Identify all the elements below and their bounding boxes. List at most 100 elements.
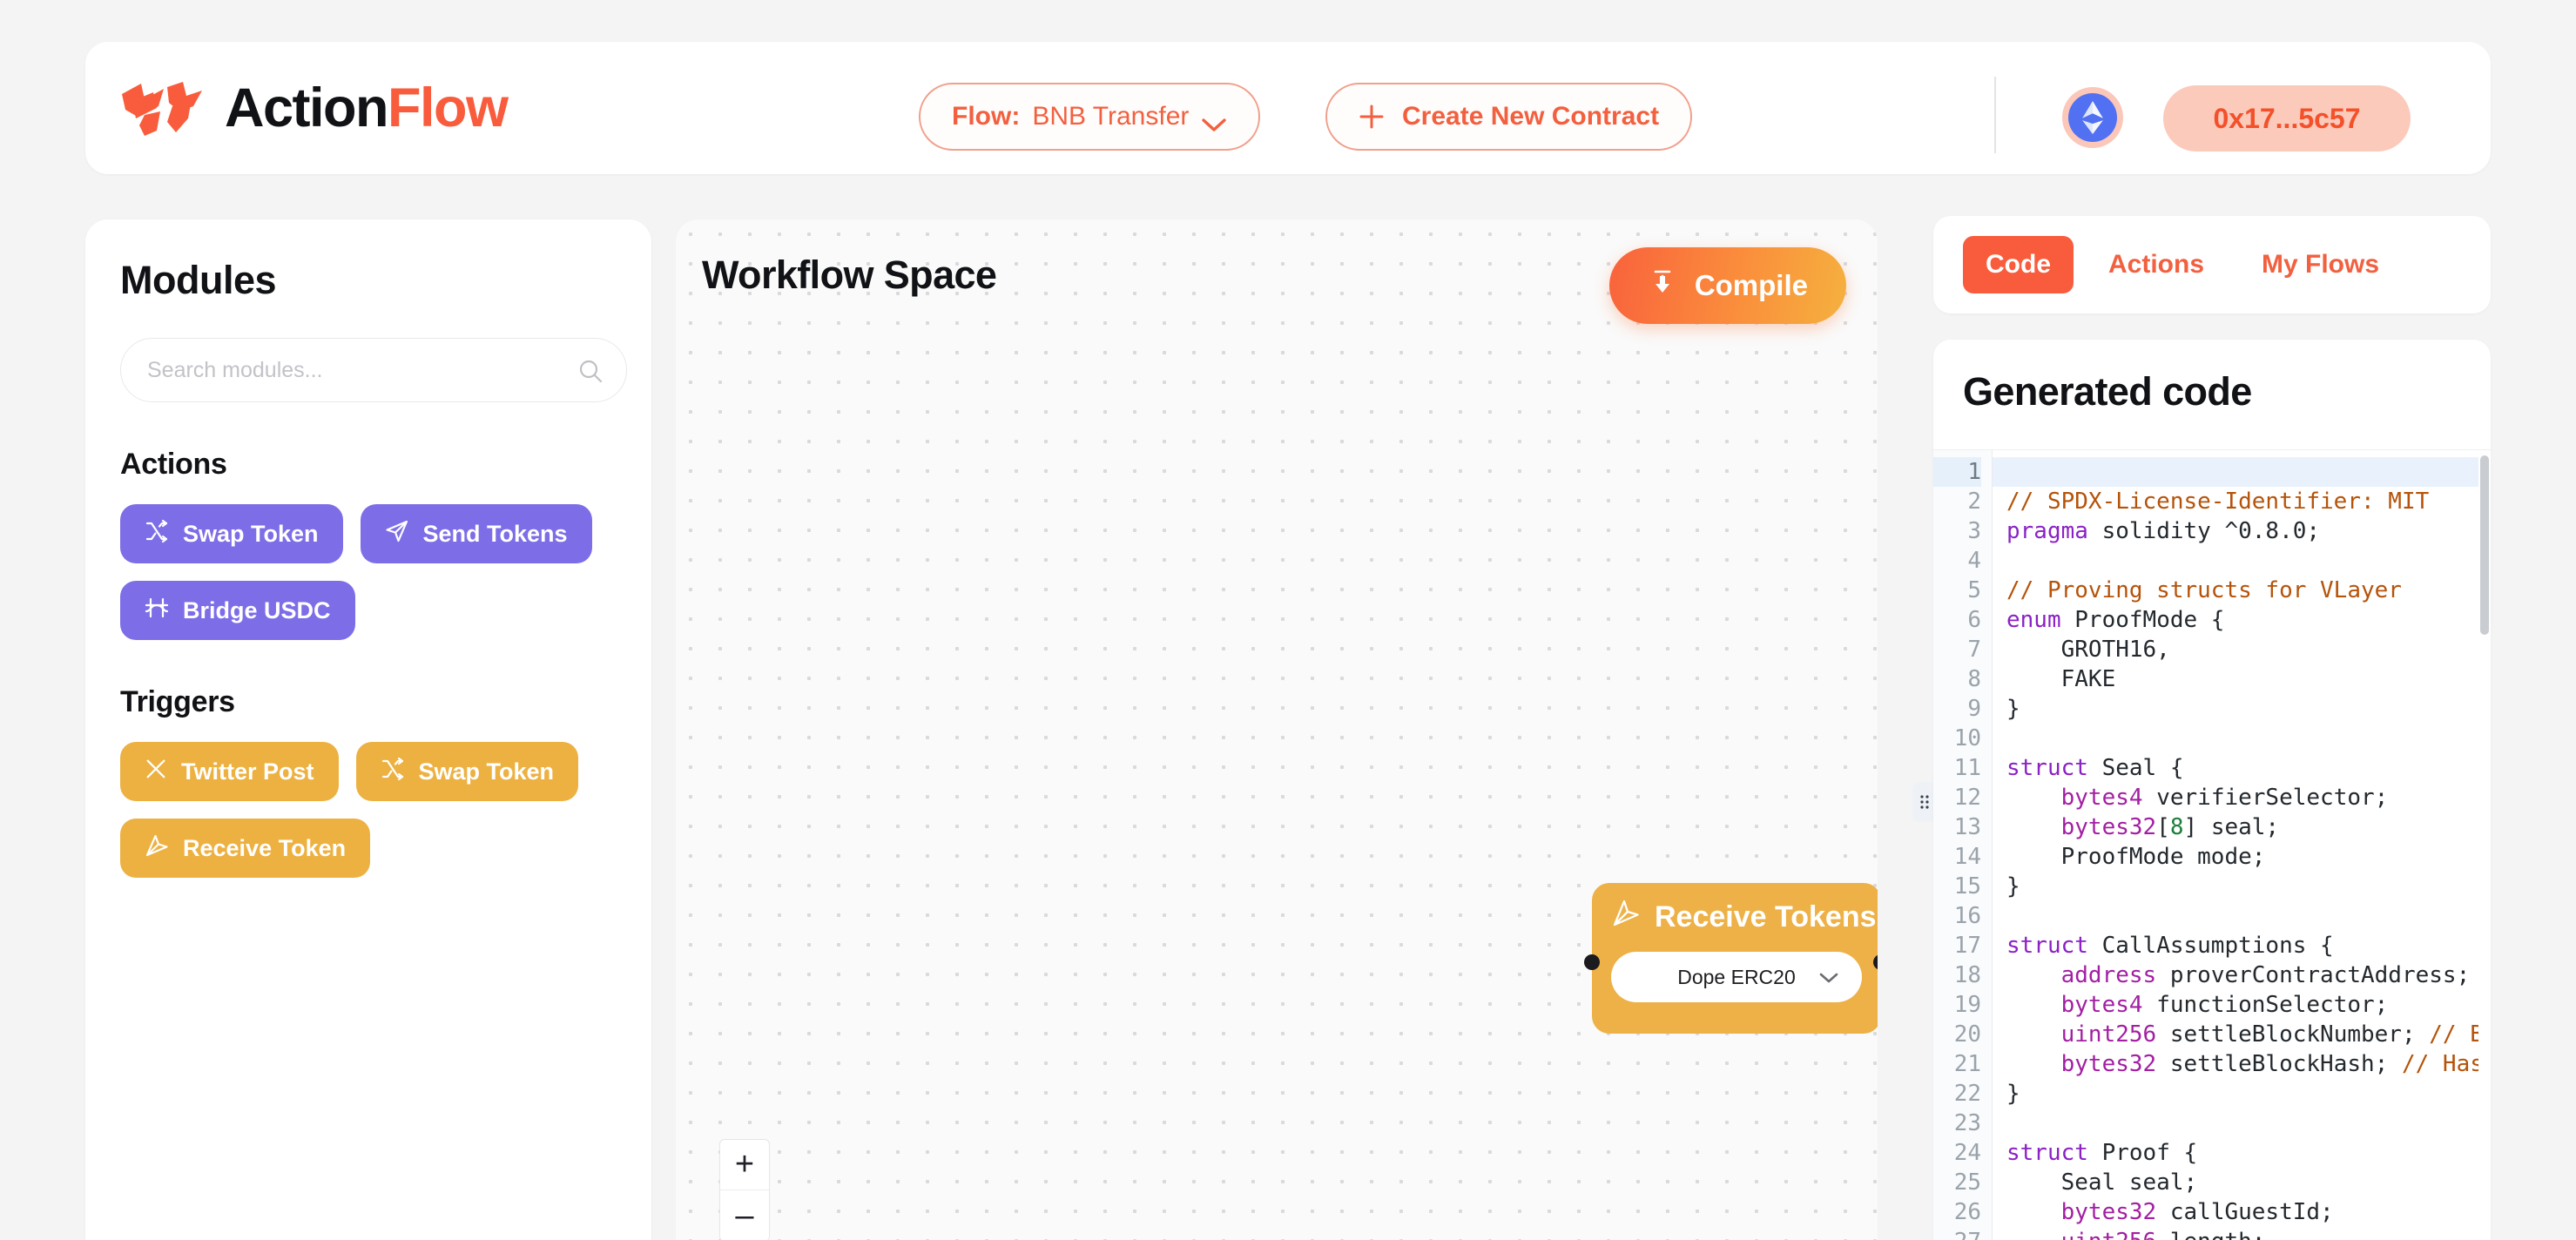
code-line-number: 20	[1953, 1021, 1981, 1048]
node-port-input[interactable]	[1584, 954, 1600, 970]
code-line-number: 22	[1953, 1081, 1981, 1107]
paper-plane-icon	[385, 519, 409, 549]
code-line: Seal seal;	[2006, 1169, 2198, 1196]
code-line-number: 13	[1953, 814, 1981, 840]
search-icon	[577, 358, 604, 384]
right-panel-tabs: Code Actions My Flows	[1933, 216, 2491, 313]
compile-button[interactable]: Compile	[1608, 247, 1846, 324]
code-line-number: 16	[1953, 903, 1981, 929]
triggers-chip-row: Twitter Post Swap Token Receive Token	[120, 742, 637, 878]
module-chip-receive-token[interactable]: Receive Token	[120, 819, 371, 878]
code-editor[interactable]: 1 2 3 4 5 6 7 8 9 10 11 12 13 14 15 16 17 18 19 20 21 22 23 24 2…	[1933, 449, 2491, 1240]
search-modules-box[interactable]	[120, 338, 627, 402]
search-modules-input[interactable]	[147, 357, 565, 383]
flow-selector[interactable]: Flow: BNB Transfer	[919, 83, 1261, 151]
zoom-out-button[interactable]: –	[720, 1190, 769, 1240]
module-chip-twitter-post[interactable]: Twitter Post	[120, 742, 339, 801]
code-line: enum ProofMode {	[2006, 607, 2225, 633]
code-gutter: 1 2 3 4 5 6 7 8 9 10 11 12 13 14 15 16 17 18 19 20 21 22 23 24 2…	[1933, 450, 1993, 1240]
code-scrollbar-thumb[interactable]	[2480, 455, 2489, 635]
shuffle-icon	[381, 757, 405, 787]
code-line: bytes32 callGuestId;	[2060, 1199, 2334, 1225]
code-line-number: 17	[1953, 933, 1981, 959]
workflow-node-receive-tokens[interactable]: Receive Tokens Dope ERC20	[1584, 883, 1878, 1034]
section-heading-actions: Actions	[120, 448, 227, 481]
node-title-label: Receive Tokens	[1655, 900, 1877, 933]
canvas-zoom-controls: + –	[719, 1139, 770, 1240]
create-new-contract-button[interactable]: Create New Contract	[1325, 83, 1693, 151]
code-line-number: 2	[1967, 489, 1981, 515]
zoom-in-button[interactable]: +	[720, 1140, 769, 1190]
module-chip-label: Swap Token	[183, 520, 319, 547]
code-line-number: 15	[1953, 873, 1981, 900]
code-scrollbar[interactable]	[2480, 455, 2489, 1236]
code-line-number: 24	[1953, 1140, 1981, 1166]
paper-plane-inverted-icon	[1611, 899, 1641, 936]
app-logo[interactable]: ActionFlow	[118, 77, 509, 139]
code-line: GROTH16,	[2006, 637, 2170, 663]
compile-button-label: Compile	[1694, 269, 1808, 301]
code-line: struct Proof {	[2006, 1140, 2198, 1166]
code-line: // Proving structs for VLayer	[2006, 577, 2402, 603]
logo-text-flow: Flow	[387, 78, 509, 138]
actions-chip-row: Swap Token Send Tokens Bridge USDC	[120, 504, 637, 640]
module-chip-label: Twitter Post	[181, 758, 314, 785]
shuffle-icon	[145, 519, 169, 549]
modules-title: Modules	[120, 258, 277, 302]
code-line: uint256 length;	[2006, 1227, 2478, 1240]
code-line-number: 21	[1953, 1051, 1981, 1077]
code-line-number: 12	[1953, 785, 1981, 811]
plus-icon	[1359, 104, 1385, 130]
x-twitter-icon	[145, 758, 167, 786]
code-content[interactable]: // SPDX-License-Identifier: MIT pragma so…	[1993, 450, 2478, 1240]
module-chip-label: Bridge USDC	[183, 596, 331, 623]
code-line: bytes4 functionSelector;	[2060, 992, 2389, 1018]
wallet-address-label: 0x17...5c57	[2213, 102, 2361, 134]
module-chip-swap-token[interactable]: Swap Token	[120, 504, 343, 563]
section-heading-triggers: Triggers	[120, 685, 235, 718]
module-chip-label: Swap Token	[418, 758, 555, 785]
generated-code-title: Generated code	[1963, 369, 2252, 414]
toolbar-divider	[1994, 77, 1996, 153]
code-line-number: 9	[1967, 696, 1981, 722]
node-field-token-select[interactable]: Dope ERC20	[1611, 952, 1862, 1002]
ethereum-icon	[2068, 93, 2117, 142]
flow-selector-label: Flow:	[952, 102, 1021, 131]
code-line: }	[2006, 1081, 2020, 1107]
code-line: struct Seal {	[2006, 755, 2184, 781]
code-line-number: 26	[1953, 1199, 1981, 1225]
tab-my-flows[interactable]: My Flows	[2239, 236, 2402, 293]
node-title-row: Receive Tokens	[1611, 899, 1877, 936]
code-line: bytes32[8] seal;	[2060, 814, 2280, 840]
code-line: bytes4 verifierSelector;	[2060, 785, 2389, 811]
workflow-canvas[interactable]: Workflow Space Compile Receive Tokens Do…	[676, 219, 1878, 1240]
module-chip-send-tokens[interactable]: Send Tokens	[360, 504, 592, 563]
top-bar: ActionFlow	[85, 42, 2491, 174]
code-line	[1993, 457, 2478, 487]
compile-download-icon	[1648, 267, 1677, 304]
code-line: ProofMode mode;	[2006, 844, 2266, 870]
generated-code-panel: Generated code 1 2 3 4 5 6 7 8 9 10 11 12 13 14 15 16 17…	[1933, 340, 2491, 1240]
wallet-address-button[interactable]: 0x17...5c57	[2163, 85, 2411, 152]
code-line-number: 8	[1967, 666, 1981, 692]
code-line: uint256 settleBlockNumber; // Block	[2060, 1021, 2478, 1048]
create-new-contract-label: Create New Contract	[1402, 102, 1660, 131]
chain-badge[interactable]	[2062, 87, 2123, 148]
app-logo-text: ActionFlow	[225, 77, 509, 139]
paper-plane-inverted-icon	[145, 833, 169, 864]
tab-actions[interactable]: Actions	[2086, 236, 2227, 293]
module-chip-bridge-usdc[interactable]: Bridge USDC	[120, 581, 355, 640]
code-line: struct CallAssumptions {	[2006, 933, 2334, 959]
node-connection-edge	[676, 219, 1878, 1240]
module-chip-swap-token-trigger[interactable]: Swap Token	[355, 742, 579, 801]
code-line-number: 27	[1933, 1227, 1981, 1240]
tab-code[interactable]: Code	[1963, 236, 2074, 293]
actionflow-arrows-logo-icon	[118, 77, 209, 139]
code-line: bytes32 settleBlockHash; // Hash of	[2060, 1051, 2478, 1077]
module-chip-label: Send Tokens	[422, 520, 568, 547]
node-port-output[interactable]	[1873, 954, 1878, 970]
